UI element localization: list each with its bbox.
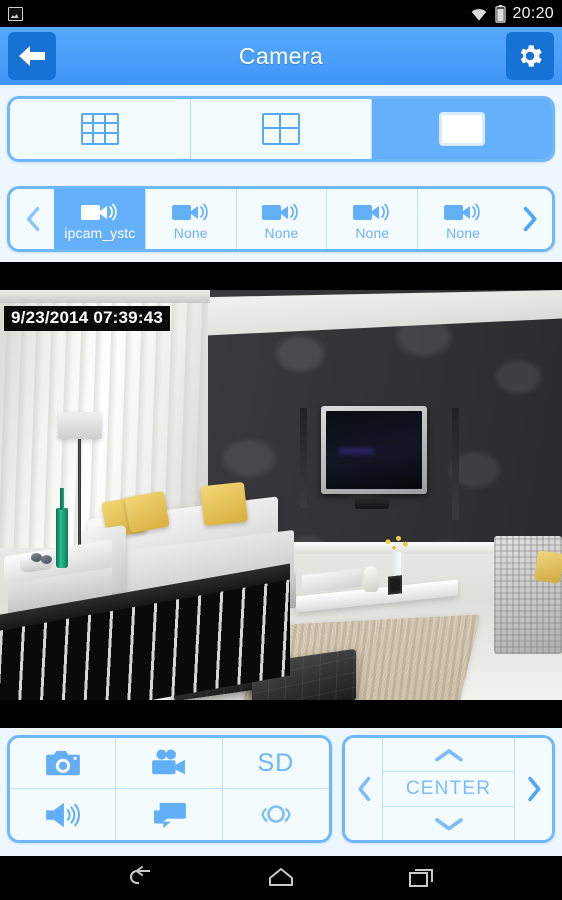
center-label: CENTER (405, 778, 492, 799)
chevron-left-icon (26, 206, 39, 232)
soundbar (355, 498, 389, 509)
preset-button[interactable] (222, 789, 329, 840)
camcorder-icon (262, 203, 299, 220)
settings-button[interactable] (506, 32, 554, 80)
camera-prev-button[interactable] (10, 189, 54, 249)
tilt-down-button[interactable] (383, 806, 514, 840)
camera-item-3[interactable]: None (326, 189, 418, 249)
video-scene (0, 290, 562, 700)
speaker-icon (45, 802, 80, 827)
picture-frame (388, 575, 402, 595)
photo-camera-icon (45, 750, 80, 776)
video-feed[interactable]: 9/23/2014 07:39:43 (0, 262, 562, 728)
layout-selector (7, 96, 555, 162)
stream-quality-button[interactable]: SD (222, 738, 329, 789)
snapshot-button[interactable] (10, 738, 117, 789)
nav-recents-icon[interactable] (407, 865, 437, 891)
pan-left-button[interactable] (345, 738, 383, 840)
wall-speaker-right (452, 408, 459, 520)
camcorder-icon (353, 203, 390, 220)
nav-home-icon[interactable] (266, 865, 296, 891)
grid-3x3-icon (81, 113, 119, 145)
image-icon (8, 6, 23, 21)
chevron-down-icon (434, 817, 463, 831)
chevron-right-icon (524, 206, 538, 232)
android-nav-bar (0, 856, 562, 900)
camera-item-1[interactable]: None (144, 189, 236, 249)
cushion (124, 490, 170, 534)
chevron-up-icon (434, 748, 463, 762)
wifi-icon (472, 8, 487, 21)
camcorder-icon (171, 203, 208, 220)
chevron-right-icon (527, 776, 540, 802)
camcorder-icon (444, 203, 480, 220)
app-screen: 20:20 Camera ipcam_ystc None None None N… (0, 0, 562, 900)
decor-stone (41, 555, 52, 564)
camera-item-label: None (446, 224, 481, 241)
record-button[interactable] (116, 738, 223, 789)
pan-rotate-icon (261, 804, 291, 823)
chevron-left-icon (357, 776, 370, 802)
wall-speaker-left (300, 408, 307, 508)
curtain-rail (0, 290, 210, 303)
bottom-controls: SD CENTER (0, 735, 562, 850)
video-timestamp: 9/23/2014 07:39:43 (4, 306, 171, 331)
camera-item-label: None (173, 224, 208, 241)
ptz-dpad: CENTER (342, 735, 555, 843)
layout-option-single[interactable] (372, 99, 552, 159)
battery-icon (495, 4, 507, 23)
tv-screen (326, 411, 422, 489)
glass-bottle (56, 488, 68, 568)
status-bar-clock: 20:20 (512, 4, 554, 22)
camera-item-2[interactable]: None (235, 189, 327, 249)
cushion (200, 481, 248, 527)
camcorder-icon (80, 203, 117, 220)
camera-item-label: None (264, 224, 299, 241)
title-bar: Camera (0, 27, 562, 85)
pan-right-button[interactable] (514, 738, 552, 840)
camera-strip: ipcam_ystc None None None None (7, 186, 555, 252)
chat-bubble-icon (153, 802, 186, 828)
back-button[interactable] (8, 32, 56, 80)
layout-option-grid-9[interactable] (10, 99, 191, 159)
camera-item-0[interactable]: ipcam_ystc (54, 189, 145, 249)
arrow-left-icon (19, 46, 45, 66)
nav-back-icon[interactable] (125, 865, 155, 891)
tilt-up-button[interactable] (383, 738, 514, 772)
camera-item-label: None (355, 224, 390, 241)
function-button-grid: SD (7, 735, 332, 843)
grid-2x2-icon (262, 113, 300, 145)
figurine (364, 566, 378, 592)
video-camera-icon (152, 749, 185, 775)
status-bar-right: 20:20 (469, 4, 554, 23)
status-bar: 20:20 (0, 0, 562, 27)
floor-lamp-shade (58, 412, 102, 439)
armchair-cushion (534, 550, 562, 584)
wall-tv (321, 406, 427, 494)
talk-button[interactable] (116, 789, 223, 840)
status-bar-left (8, 6, 23, 21)
stream-quality-label: SD (257, 748, 295, 777)
single-pane-icon (439, 112, 485, 146)
camera-item-4[interactable]: None (417, 189, 508, 249)
page-title: Camera (238, 42, 324, 69)
center-button[interactable]: CENTER (383, 772, 514, 806)
camera-next-button[interactable] (507, 189, 552, 249)
gear-icon (520, 45, 542, 67)
layout-option-grid-4[interactable] (191, 99, 372, 159)
camera-item-label: ipcam_ystc (64, 224, 136, 241)
audio-button[interactable] (10, 789, 117, 840)
flowers (382, 534, 412, 556)
